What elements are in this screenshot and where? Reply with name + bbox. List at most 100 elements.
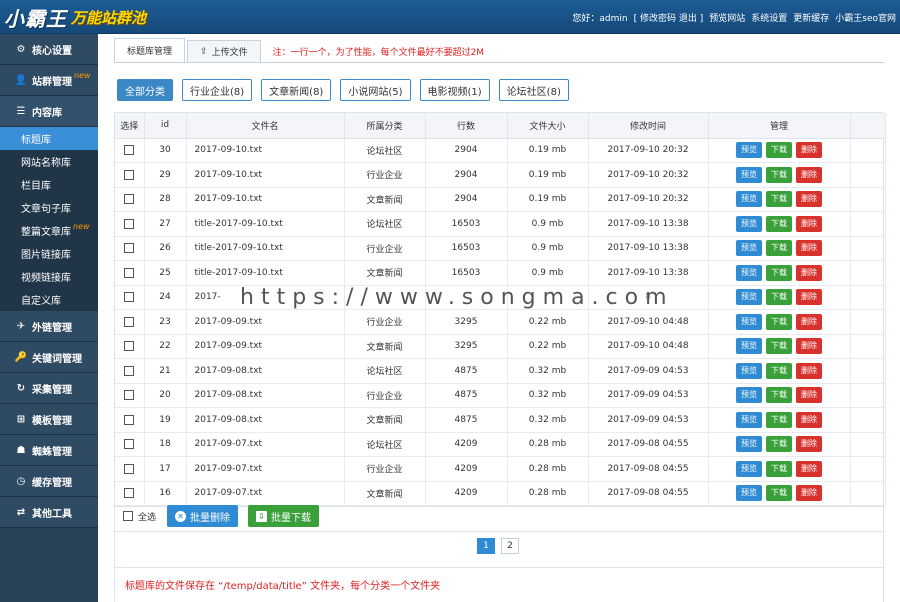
row-checkbox[interactable] bbox=[124, 414, 135, 425]
download-button[interactable]: 下载 bbox=[766, 362, 792, 379]
filter-button-1[interactable]: 行业企业(8) bbox=[182, 79, 253, 101]
delete-button[interactable]: 删除 bbox=[796, 166, 822, 183]
page-1-button[interactable]: 1 bbox=[477, 538, 495, 554]
sidebar-group-4[interactable]: 🔑 关键词管理 bbox=[0, 342, 98, 373]
preview-button[interactable]: 预览 bbox=[736, 362, 762, 379]
delete-button[interactable]: 删除 bbox=[796, 362, 822, 379]
row-checkbox[interactable] bbox=[124, 439, 135, 449]
preview-button[interactable]: 预览 bbox=[736, 338, 762, 355]
id-cell: 17 bbox=[144, 456, 187, 482]
download-button[interactable]: 下载 bbox=[766, 436, 792, 453]
filter-button-2[interactable]: 文章新闻(8) bbox=[261, 79, 332, 101]
sidebar-group-2[interactable]: ☰ 内容库 bbox=[0, 96, 98, 127]
preview-button[interactable]: 预览 bbox=[736, 436, 762, 453]
preview-button[interactable]: 预览 bbox=[736, 313, 762, 330]
preview-site-link[interactable]: 预览网站 bbox=[709, 11, 745, 24]
download-button[interactable]: 下载 bbox=[766, 264, 792, 281]
preview-button[interactable]: 预览 bbox=[736, 460, 762, 477]
sidebar-item-2[interactable]: 栏目库 bbox=[0, 173, 98, 196]
delete-button[interactable]: 删除 bbox=[796, 338, 822, 355]
tab-upload-file[interactable]: ⇪ 上传文件 bbox=[187, 40, 261, 62]
sidebar-item-6[interactable]: 视频链接库 bbox=[0, 265, 98, 288]
sidebar-group-0[interactable]: ⚙ 核心设置 bbox=[0, 34, 98, 65]
delete-button[interactable]: 删除 bbox=[796, 436, 822, 453]
preview-button[interactable]: 预览 bbox=[736, 411, 762, 428]
tab-title-library[interactable]: 标题库管理 bbox=[114, 38, 186, 62]
preview-button[interactable]: 预览 bbox=[736, 240, 762, 257]
page-2-button[interactable]: 2 bbox=[501, 538, 519, 554]
download-button[interactable]: 下载 bbox=[766, 313, 792, 330]
select-all-checkbox[interactable] bbox=[123, 511, 133, 521]
filter-button-4[interactable]: 电影视频(1) bbox=[419, 79, 490, 101]
sidebar-item-7[interactable]: 自定义库 bbox=[0, 288, 98, 311]
preview-button[interactable]: 预览 bbox=[736, 485, 762, 502]
sidebar-group-8[interactable]: ◷ 缓存管理 bbox=[0, 466, 98, 497]
sidebar-item-4[interactable]: 整篇文章库 new bbox=[0, 219, 98, 242]
filter-button-3[interactable]: 小说网站(5) bbox=[340, 79, 411, 101]
preview-button[interactable]: 预览 bbox=[736, 142, 762, 159]
delete-button[interactable]: 删除 bbox=[796, 240, 822, 257]
row-checkbox[interactable] bbox=[124, 463, 135, 474]
update-cache-link[interactable]: 更新缓存 bbox=[793, 11, 829, 24]
sidebar-group-5[interactable]: ↻ 采集管理 bbox=[0, 373, 98, 404]
download-button[interactable]: 下载 bbox=[766, 142, 792, 159]
download-button[interactable]: 下载 bbox=[766, 460, 792, 477]
row-checkbox[interactable] bbox=[124, 243, 135, 253]
preview-button[interactable]: 预览 bbox=[736, 166, 762, 183]
row-checkbox[interactable] bbox=[124, 365, 135, 376]
download-button[interactable]: 下载 bbox=[766, 240, 792, 257]
download-button[interactable]: 下载 bbox=[766, 485, 792, 502]
delete-button[interactable]: 删除 bbox=[796, 142, 822, 159]
sidebar-group-6[interactable]: ⊞ 模板管理 bbox=[0, 404, 98, 435]
sidebar-item-5[interactable]: 图片链接库 bbox=[0, 242, 98, 265]
delete-button[interactable]: 删除 bbox=[796, 289, 822, 306]
row-checkbox[interactable] bbox=[124, 316, 135, 327]
delete-button[interactable]: 删除 bbox=[796, 460, 822, 477]
preview-button[interactable]: 预览 bbox=[736, 387, 762, 404]
sidebar-item-1[interactable]: 网站名称库 bbox=[0, 150, 98, 173]
row-checkbox[interactable] bbox=[124, 218, 135, 229]
preview-button[interactable]: 预览 bbox=[736, 289, 762, 306]
sidebar-group-1[interactable]: 👤 站群管理 new bbox=[0, 65, 98, 96]
download-button[interactable]: 下载 bbox=[766, 289, 792, 306]
preview-button[interactable]: 预览 bbox=[736, 264, 762, 281]
sidebar-group-7[interactable]: ☗ 蜘蛛管理 bbox=[0, 435, 98, 466]
system-settings-link[interactable]: 系统设置 bbox=[751, 11, 787, 24]
sidebar-group-9[interactable]: ⇄ 其他工具 bbox=[0, 497, 98, 528]
row-checkbox[interactable] bbox=[124, 488, 135, 498]
row-checkbox[interactable] bbox=[124, 292, 135, 302]
download-button[interactable]: 下载 bbox=[766, 338, 792, 355]
table-row: 19 2017-09-08.txt 文章新闻 4875 0.32 mb 2017-09-0… bbox=[115, 407, 886, 433]
account-links[interactable]: [ 修改密码 退出 ] bbox=[634, 11, 704, 24]
delete-button[interactable]: 删除 bbox=[796, 191, 822, 208]
filter-button-5[interactable]: 论坛社区(8) bbox=[498, 79, 569, 101]
delete-button[interactable]: 删除 bbox=[796, 411, 822, 428]
sidebar-group-3[interactable]: ✈ 外链管理 bbox=[0, 311, 98, 342]
row-checkbox[interactable] bbox=[124, 145, 135, 155]
row-checkbox[interactable] bbox=[124, 390, 135, 400]
filter-button-0[interactable]: 全部分类 bbox=[117, 79, 173, 101]
download-button[interactable]: 下载 bbox=[766, 411, 792, 428]
preview-button[interactable]: 预览 bbox=[736, 191, 762, 208]
row-checkbox[interactable] bbox=[124, 169, 135, 180]
delete-button[interactable]: 删除 bbox=[796, 313, 822, 330]
preview-button[interactable]: 预览 bbox=[736, 215, 762, 232]
sidebar-item-0[interactable]: 标题库 bbox=[0, 127, 98, 150]
bulk-delete-button[interactable]: ✕ 批量删除 bbox=[167, 505, 239, 527]
download-button[interactable]: 下载 bbox=[766, 166, 792, 183]
official-site-link[interactable]: 小霸王seo官网 bbox=[835, 11, 896, 24]
delete-button[interactable]: 删除 bbox=[796, 264, 822, 281]
row-checkbox[interactable] bbox=[124, 194, 135, 204]
sidebar-item-3[interactable]: 文章句子库 bbox=[0, 196, 98, 219]
bulk-download-button[interactable]: ⇩ 批量下载 bbox=[248, 505, 320, 527]
download-button[interactable]: 下载 bbox=[766, 215, 792, 232]
row-checkbox[interactable] bbox=[124, 267, 135, 278]
delete-button[interactable]: 删除 bbox=[796, 215, 822, 232]
download-button[interactable]: 下载 bbox=[766, 191, 792, 208]
select-all[interactable]: 全选 bbox=[123, 510, 156, 523]
row-checkbox[interactable] bbox=[124, 341, 135, 351]
delete-button[interactable]: 删除 bbox=[796, 485, 822, 502]
download-button[interactable]: 下载 bbox=[766, 387, 792, 404]
delete-button[interactable]: 删除 bbox=[796, 387, 822, 404]
key-icon: 🔑 bbox=[14, 351, 28, 363]
